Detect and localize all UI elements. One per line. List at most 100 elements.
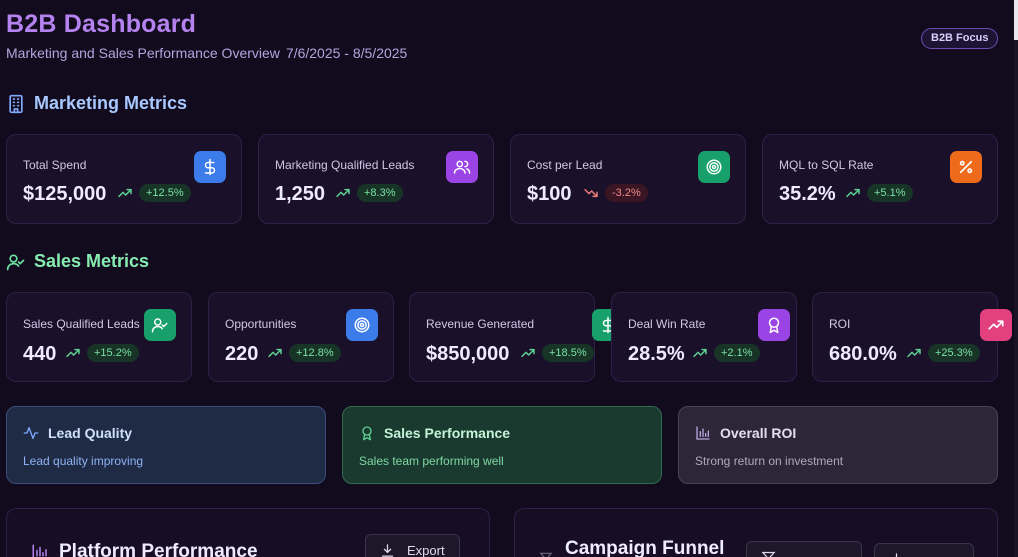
export-button-label: Export — [407, 542, 445, 557]
focus-badge: B2B Focus — [921, 28, 999, 49]
metric-trend: +2.1% — [692, 344, 760, 362]
trend-down-icon — [584, 188, 598, 198]
date-range: 7/6/2025 - 8/5/2025 — [285, 45, 408, 61]
summary-card-sales-performance: Sales Performance Sales team performing … — [342, 406, 662, 484]
summary-title: Sales Performance — [384, 425, 511, 441]
trend-up-icon — [336, 188, 350, 198]
summary-text: Sales team performing well — [359, 454, 504, 468]
panel-title: Campaign Funnel — [565, 538, 724, 557]
metric-value: $125,000 — [23, 183, 107, 205]
target-icon — [706, 159, 722, 175]
metric-card-total-spend: Total Spend $125,000 +12.5% — [6, 134, 242, 224]
panel-title-text: Platform Performance — [59, 541, 258, 557]
metric-card-mql: Marketing Qualified Leads 1,250 +8.3% — [258, 134, 494, 224]
metric-value: 220 — [225, 343, 259, 365]
metric-icon-box — [698, 151, 730, 183]
metric-value: 680.0% — [829, 343, 897, 365]
user-check-icon — [151, 318, 168, 333]
sales-section-title: Sales Metrics — [6, 251, 149, 272]
metric-icon-box — [194, 151, 226, 183]
change-badge: +8.3% — [357, 184, 403, 202]
page-subtitle: Marketing and Sales Performance Overview… — [6, 45, 407, 61]
metric-card-revenue: Revenue Generated $850,000 +18.5% — [409, 292, 624, 382]
metric-value: 28.5% — [628, 343, 685, 365]
summary-card-overall-roi: Overall ROI Strong return on investment — [678, 406, 998, 484]
metric-label: Opportunities — [225, 317, 297, 331]
target-icon — [354, 317, 370, 333]
trend-up-icon — [268, 348, 282, 358]
funnel-action-button[interactable] — [874, 543, 974, 557]
sales-section-label: Sales Metrics — [34, 251, 150, 271]
metric-trend: +12.5% — [117, 184, 191, 202]
trend-up-icon — [846, 188, 860, 198]
trend-up-icon — [66, 348, 80, 358]
panel-title-text: Campaign Funnel — [565, 538, 725, 557]
building-icon — [9, 94, 23, 113]
summary-text: Strong return on investment — [695, 454, 844, 468]
metric-icon-box — [446, 151, 478, 183]
metric-label: Total Spend — [23, 158, 87, 172]
metric-trend: +15.2% — [65, 344, 139, 362]
summary-header: Sales Performance — [359, 425, 510, 441]
change-badge: +12.5% — [139, 184, 191, 202]
summary-card-lead-quality: Lead Quality Lead quality improving — [6, 406, 326, 484]
metric-label: ROI — [829, 317, 851, 331]
scrollbar-thumb[interactable] — [1014, 0, 1018, 40]
export-button[interactable]: Export — [365, 534, 460, 557]
summary-title: Lead Quality — [48, 425, 133, 441]
metric-icon-box — [144, 309, 176, 341]
metric-value: $100 — [527, 183, 572, 205]
metric-trend: +25.3% — [906, 344, 980, 362]
page-header: B2B Dashboard Marketing and Sales Perfor… — [6, 10, 407, 61]
change-badge: +12.8% — [289, 344, 341, 362]
change-badge: +18.5% — [542, 344, 594, 362]
metric-trend: -3.2% — [583, 184, 648, 202]
filter-icon — [539, 552, 553, 557]
subtitle-text: Marketing and Sales Performance Overview — [6, 45, 280, 61]
dollar-icon — [204, 158, 216, 176]
trend-up-icon — [521, 348, 535, 358]
download-icon — [895, 552, 898, 557]
metric-icon-box — [758, 309, 790, 341]
metric-trend: +18.5% — [520, 344, 594, 362]
metric-trend: +12.8% — [267, 344, 341, 362]
trending-up-icon — [988, 320, 1004, 330]
user-check-icon — [6, 254, 25, 270]
activity-icon — [23, 427, 39, 439]
change-badge: +2.1% — [714, 344, 760, 362]
metric-value: 1,250 — [275, 183, 326, 205]
metric-label: Marketing Qualified Leads — [275, 158, 415, 172]
summary-text: Lead quality improving — [23, 454, 144, 468]
metric-card-cost-per-lead: Cost per Lead $100 -3.2% — [510, 134, 746, 224]
platform-performance-panel: Platform Performance Export — [6, 508, 490, 557]
metric-value: $850,000 — [426, 343, 510, 365]
download-icon — [381, 543, 394, 557]
bar-chart-icon — [32, 544, 47, 557]
metric-card-win-rate: Deal Win Rate 28.5% +2.1% — [611, 292, 797, 382]
campaign-funnel-panel: Campaign Funnel — [514, 508, 998, 557]
metric-value: 35.2% — [779, 183, 836, 205]
metric-card-mql-to-sql: MQL to SQL Rate 35.2% +5.1% — [762, 134, 998, 224]
award-icon — [362, 426, 372, 441]
page-title: B2B Dashboard — [6, 10, 197, 38]
metric-label: MQL to SQL Rate — [779, 158, 874, 172]
funnel-toggle-button[interactable] — [746, 541, 862, 557]
change-badge: +5.1% — [867, 184, 913, 202]
change-badge: +25.3% — [928, 344, 980, 362]
metric-trend: +5.1% — [845, 184, 913, 202]
metric-card-sql: Sales Qualified Leads 440 +15.2% — [6, 292, 192, 382]
trend-up-icon — [693, 348, 707, 358]
scrollbar[interactable] — [1014, 0, 1018, 557]
summary-header: Lead Quality — [23, 425, 132, 441]
change-badge: -3.2% — [605, 184, 648, 202]
summary-title: Overall ROI — [720, 425, 797, 441]
metric-icon-box — [980, 309, 1012, 341]
trend-up-icon — [118, 188, 132, 198]
users-icon — [453, 160, 471, 174]
metric-icon-box — [950, 151, 982, 183]
metric-label: Deal Win Rate — [628, 317, 706, 331]
metric-card-roi: ROI 680.0% +25.3% — [812, 292, 1012, 382]
summary-header: Overall ROI — [695, 425, 796, 441]
marketing-section-label: Marketing Metrics — [34, 93, 188, 113]
metric-card-opportunities: Opportunities 220 +12.8% — [208, 292, 394, 382]
